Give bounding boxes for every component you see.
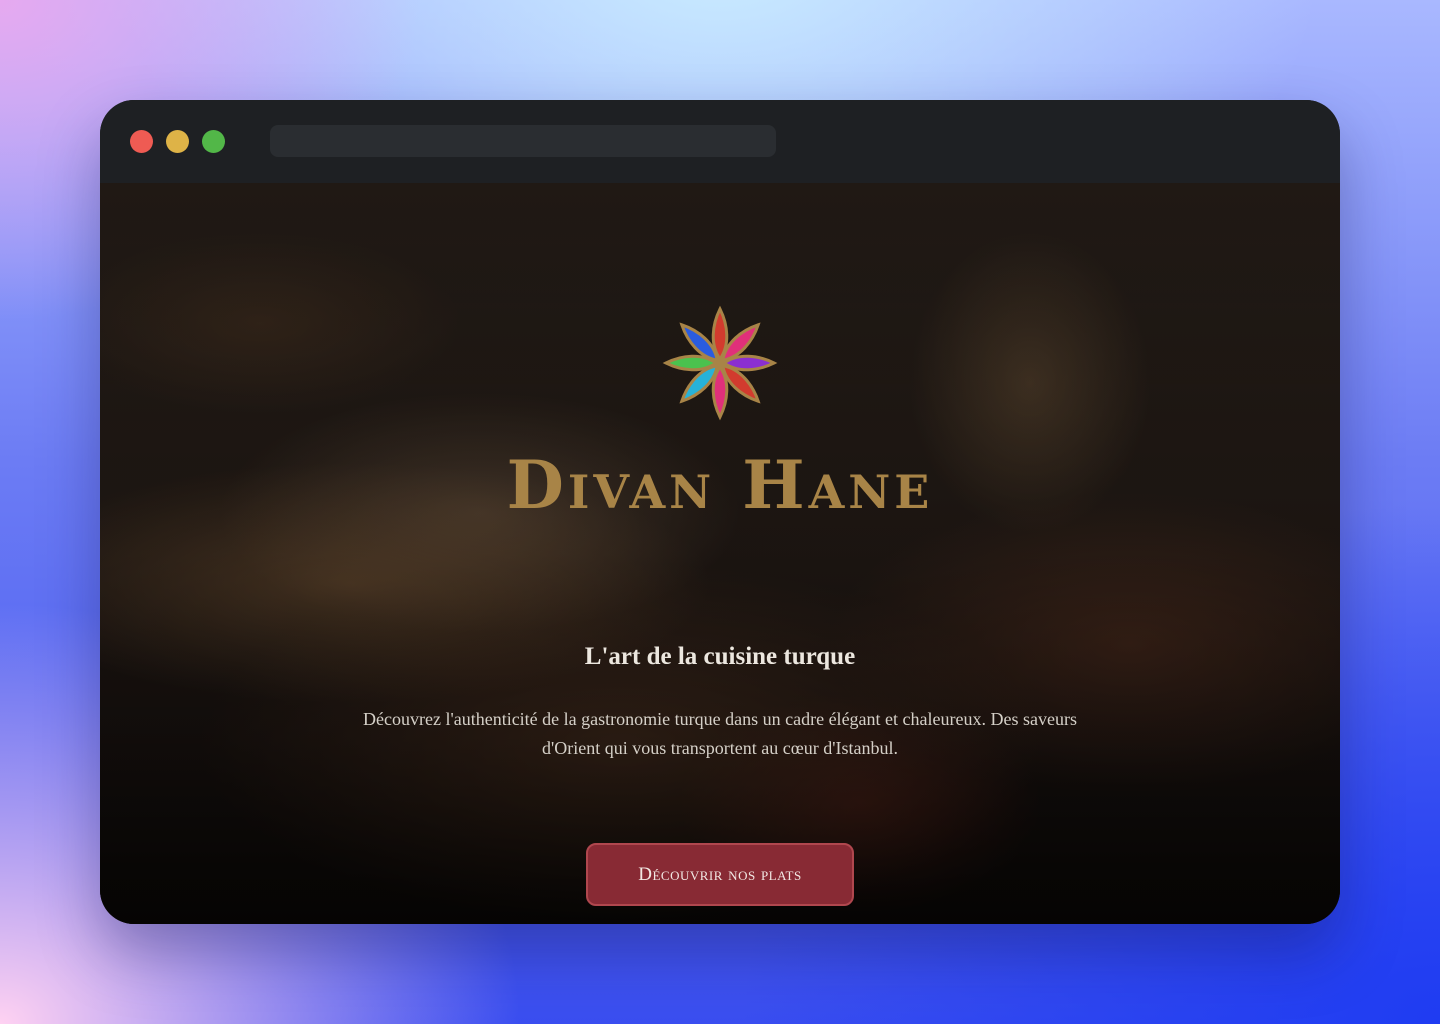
address-bar[interactable] — [270, 125, 776, 157]
maximize-window-button[interactable] — [202, 130, 225, 153]
minimize-window-button[interactable] — [166, 130, 189, 153]
restaurant-name: Divan Hane — [506, 446, 934, 524]
hero-background-overlay — [100, 183, 1340, 924]
close-window-button[interactable] — [130, 130, 153, 153]
floral-emblem-icon — [662, 305, 778, 421]
tagline: L'art de la cuisine turque — [584, 643, 856, 670]
browser-window: Divan Hane L'art de la cuisine turque Dé… — [100, 100, 1340, 924]
discover-dishes-button[interactable]: Découvrir nos plats — [586, 843, 854, 906]
hero-description: Découvrez l'authenticité de la gastronom… — [363, 709, 1077, 758]
hero-section: Divan Hane L'art de la cuisine turque Dé… — [100, 183, 1340, 924]
title-bar — [100, 100, 1340, 183]
